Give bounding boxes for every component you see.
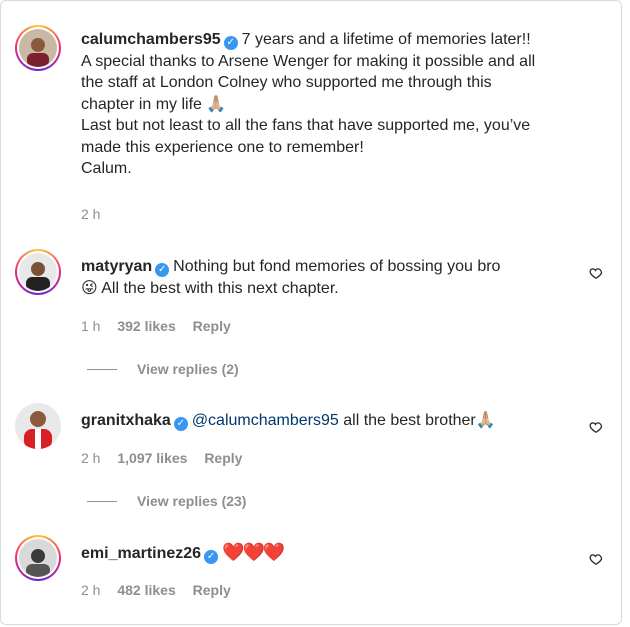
comment-text-line: Calum. — [81, 160, 132, 177]
username[interactable]: emi_martinez26 — [81, 545, 201, 562]
heart-outline-icon[interactable] — [589, 420, 603, 434]
divider-line — [87, 500, 117, 502]
comment-text-line: 7 years and a lifetime of memories later… — [241, 31, 531, 48]
avatar[interactable] — [15, 249, 61, 295]
timestamp: 1 h — [81, 318, 101, 334]
likes-count[interactable]: 1,097 likes — [117, 450, 187, 466]
verified-badge-icon: ✓ — [173, 417, 188, 431]
username[interactable]: granitxhaka — [81, 412, 171, 429]
verified-badge-icon: ✓ — [204, 550, 219, 564]
view-replies-label: View replies (23) — [137, 493, 247, 509]
timestamp: 2 h — [81, 582, 101, 598]
username[interactable]: calumchambers95 — [81, 31, 221, 48]
reply-button[interactable]: Reply — [193, 582, 231, 598]
comment-text-line: the staff at London Colney who supported… — [81, 74, 492, 91]
heart-outline-icon[interactable] — [589, 266, 603, 280]
comment-text: ❤️❤️❤️ — [222, 542, 285, 562]
comment-text-line: Last but not least to all the fans that … — [81, 117, 531, 134]
comment-text-line: A special thanks to Arsene Wenger for ma… — [81, 52, 536, 70]
divider-line — [87, 368, 117, 370]
likes-count[interactable]: 392 likes — [117, 318, 175, 334]
view-replies-button[interactable]: View replies (23) — [87, 493, 246, 509]
comment-text-line: Nothing but fond memories of bossing you… — [173, 258, 501, 275]
username[interactable]: matyryan — [81, 258, 152, 275]
timestamp: 2 h — [81, 450, 101, 466]
mention-link[interactable]: @calumchambers95 — [192, 412, 339, 429]
timestamp: 2 h — [81, 206, 101, 222]
likes-count[interactable]: 482 likes — [117, 582, 175, 598]
avatar[interactable] — [15, 403, 61, 449]
reply-button[interactable]: Reply — [193, 318, 231, 334]
verified-badge-icon: ✓ — [155, 263, 170, 277]
comment-text-line: made this experience one to remember! — [81, 138, 364, 156]
heart-outline-icon[interactable] — [589, 552, 603, 566]
comments-panel: calumchambers95 ✓ 7 years and a lifetime o… — [0, 0, 622, 625]
view-replies-button[interactable]: View replies (2) — [87, 361, 239, 377]
avatar[interactable] — [15, 25, 61, 71]
avatar[interactable] — [15, 535, 61, 581]
view-replies-label: View replies (2) — [137, 361, 239, 377]
verified-badge-icon: ✓ — [223, 36, 238, 50]
comment-text-line: 😜 All the best with this next chapter. — [81, 279, 339, 297]
reply-button[interactable]: Reply — [204, 450, 242, 466]
comment-text: all the best brother🙏🏼 — [343, 412, 496, 429]
comment-text-line: chapter in my life 🙏🏼 — [81, 95, 227, 113]
